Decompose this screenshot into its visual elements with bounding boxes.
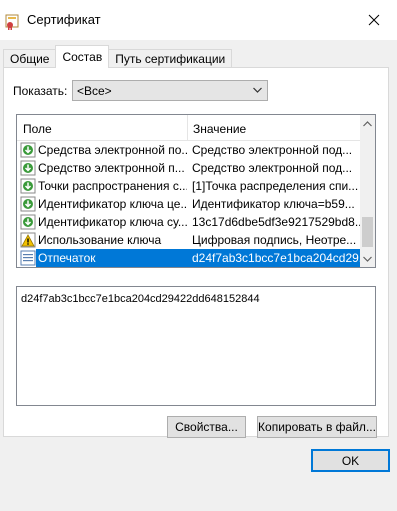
- column-header-field[interactable]: Поле: [23, 122, 52, 136]
- column-divider[interactable]: [187, 115, 188, 141]
- list-rows: Средства электронной по... Средство элек…: [17, 141, 361, 267]
- row-value: Средство электронной под...: [192, 161, 353, 175]
- close-icon: [368, 14, 380, 26]
- green-download-icon: [20, 214, 36, 230]
- list-item[interactable]: Идентификатор ключа це... Идентификатор …: [17, 195, 361, 213]
- tab-certification-path[interactable]: Путь сертификации: [108, 49, 233, 68]
- row-field: Точки распространения с...: [38, 179, 187, 193]
- green-download-icon: [20, 178, 36, 194]
- list-item[interactable]: Средства электронной по... Средство элек…: [17, 141, 361, 159]
- copy-to-file-button[interactable]: Копировать в файл...: [257, 416, 377, 438]
- certificate-icon: [5, 14, 19, 30]
- scroll-thumb[interactable]: [362, 217, 373, 247]
- tab-strip: Общие Состав Путь сертификации: [3, 45, 233, 68]
- row-field: Средства электронной по...: [38, 143, 187, 157]
- window-title: Сертификат: [27, 12, 101, 27]
- dialog-footer: [0, 471, 397, 511]
- properties-icon: [20, 250, 36, 266]
- green-download-icon: [20, 142, 36, 158]
- green-download-icon: [20, 160, 36, 176]
- title-bar: Сертификат: [0, 0, 397, 40]
- list-item[interactable]: Точки распространения с... [1]Точка расп…: [17, 177, 361, 195]
- chevron-up-icon: [363, 120, 372, 126]
- row-field: Идентификатор ключа су...: [38, 215, 187, 229]
- scroll-up-button[interactable]: [360, 115, 375, 132]
- row-field: Отпечаток: [38, 251, 96, 265]
- row-field: Идентификатор ключа це...: [38, 197, 187, 211]
- row-field: Использование ключа: [38, 233, 162, 247]
- list-header: Поле Значение: [17, 115, 361, 141]
- list-item[interactable]: Идентификатор ключа су... 13c17d6dbe5df3…: [17, 213, 361, 231]
- tab-details[interactable]: Состав: [55, 45, 110, 68]
- scroll-down-button[interactable]: [360, 250, 375, 267]
- tab-general[interactable]: Общие: [3, 49, 57, 68]
- list-item-selected[interactable]: Отпечаток d24f7ab3c1bcc7e1bca204cd29...: [17, 249, 361, 267]
- details-panel: Показать: <Все> Поле Значение Средства э…: [3, 67, 389, 438]
- detail-text: d24f7ab3c1bcc7e1bca204cd29422dd648152844: [21, 293, 260, 305]
- row-value: d24f7ab3c1bcc7e1bca204cd29...: [192, 251, 360, 265]
- show-label: Показать:: [13, 84, 68, 98]
- value-detail-box[interactable]: d24f7ab3c1bcc7e1bca204cd29422dd648152844: [16, 286, 376, 406]
- ok-button[interactable]: OK: [311, 449, 390, 472]
- row-value: Цифровая подпись, Неотре...: [192, 233, 357, 247]
- close-button[interactable]: [351, 0, 397, 40]
- row-value: [1]Точка распределения спи...: [192, 179, 359, 193]
- warning-icon: [20, 232, 36, 248]
- fields-list[interactable]: Поле Значение Средства электронной по...…: [16, 114, 376, 268]
- vertical-scrollbar[interactable]: [360, 115, 375, 267]
- chevron-down-icon: [363, 256, 372, 262]
- list-item[interactable]: Средство электронной п... Средство элект…: [17, 159, 361, 177]
- list-item[interactable]: Использование ключа Цифровая подпись, Не…: [17, 231, 361, 249]
- row-value: Идентификатор ключа=b59...: [192, 197, 355, 211]
- show-select-value: <Все>: [77, 84, 112, 98]
- dialog-body: Общие Состав Путь сертификации Показать:…: [0, 40, 397, 471]
- properties-button[interactable]: Свойства...: [167, 416, 246, 438]
- column-header-value[interactable]: Значение: [193, 122, 246, 136]
- show-select[interactable]: <Все>: [72, 80, 268, 101]
- row-value: 13c17d6dbe5df3e9217529bd8...: [192, 215, 360, 229]
- row-value: Средство электронной под...: [192, 143, 353, 157]
- chevron-down-icon: [253, 87, 262, 93]
- row-field: Средство электронной п...: [38, 161, 185, 175]
- green-download-icon: [20, 196, 36, 212]
